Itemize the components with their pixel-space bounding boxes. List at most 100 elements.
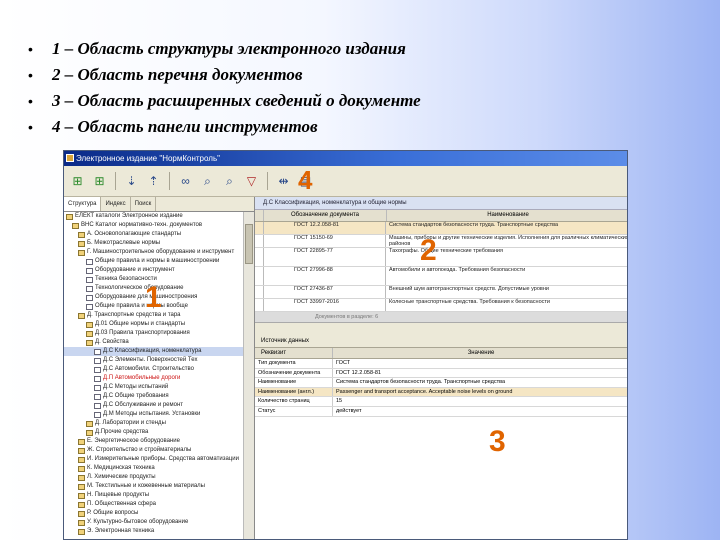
main-toolbar: ⊞ ⊞ ⇣ ⇡ ∞ ⌕ ⌕ ▽ ⇹ ▤ bbox=[64, 166, 627, 197]
filter-icon[interactable]: ▽ bbox=[242, 172, 261, 191]
tree-item[interactable]: Н. Пищевые продукты bbox=[64, 491, 244, 500]
tree-item[interactable]: ВНС Каталог нормативно-техн. документов bbox=[64, 221, 244, 230]
tree-item[interactable]: Е. Энергетическое оборудование bbox=[64, 437, 244, 446]
tree-item[interactable]: Э. Электронная техника bbox=[64, 527, 244, 536]
tree-item[interactable]: Д.С Общие требования bbox=[64, 392, 244, 401]
detail-row[interactable]: Наименование (англ.) Passenger and transp… bbox=[255, 387, 627, 398]
tree-item-label: Н. Пищевые продукты bbox=[87, 492, 150, 498]
tree-item-label: Ж. Строительство и стройматериалы bbox=[87, 447, 192, 453]
detail-value: Система стандартов безопасности труда. Т… bbox=[336, 379, 506, 386]
bullet-dot: • bbox=[28, 93, 33, 109]
detail-column-key: Реквизит bbox=[255, 348, 333, 358]
bullet-text: 3 – Область расширенных сведений о докум… bbox=[52, 91, 421, 110]
scrollbar-thumb[interactable] bbox=[245, 224, 253, 264]
tree-item[interactable]: П. Общественная сфера bbox=[64, 500, 244, 509]
tree-item-label: Б. Межотраслевые нормы bbox=[87, 240, 161, 246]
folder-icon bbox=[78, 510, 85, 517]
column-name[interactable]: Наименование bbox=[387, 210, 627, 221]
cell-name: Колесные транспортные средства. Требован… bbox=[389, 299, 550, 305]
tree-item[interactable]: Д.С Классификация, номенклатура bbox=[64, 347, 244, 356]
tree-item[interactable]: Д.М Методы испытания. Установки bbox=[64, 410, 244, 419]
table-row[interactable]: ГОСТ 27996-88 Автомобили и автопоезда. Тр… bbox=[255, 267, 627, 286]
column-code[interactable]: Обозначение документа bbox=[264, 210, 387, 221]
table-row[interactable]: ГОСТ 12.2.058-81 Система стандартов безоп… bbox=[255, 222, 627, 235]
tree-item-label: М. Текстильные и кожевенные материалы bbox=[87, 483, 205, 489]
tree-item-label: Общие правила и нормы вообще bbox=[95, 303, 188, 309]
row-marker bbox=[255, 222, 264, 234]
detail-row[interactable]: Обозначение документа ГОСТ 12.2.058-81 bbox=[255, 368, 627, 379]
pane-splitter[interactable] bbox=[255, 323, 627, 335]
tree-item[interactable]: Д.01 Общие нормы и стандарты bbox=[64, 320, 244, 329]
marker-3: 3 bbox=[489, 425, 506, 458]
tree-item[interactable]: Г. Машиностроительное оборудование и инс… bbox=[64, 248, 244, 257]
toolbar-separator bbox=[169, 172, 170, 190]
table-row[interactable]: ГОСТ 22895-77 Тахографы. Общие технически… bbox=[255, 248, 627, 267]
table-row[interactable]: ГОСТ 27436-87 Внешний шум автотранспортны… bbox=[255, 286, 627, 299]
tree-item-label: Е. Энергетическое оборудование bbox=[87, 438, 180, 444]
tree-item[interactable]: Д.Прочие средства bbox=[64, 428, 244, 437]
table-row[interactable]: ГОСТ 33997-2016 Колесные транспортные сре… bbox=[255, 299, 627, 312]
tree-item[interactable]: Д. Свойства bbox=[64, 338, 244, 347]
detail-value: 15 bbox=[336, 398, 343, 405]
tree-item-label: Д.С Классификация, номенклатура bbox=[103, 348, 202, 354]
document-icon bbox=[94, 357, 101, 364]
tree-item[interactable]: Р. Общие вопросы bbox=[64, 509, 244, 518]
tree-item[interactable]: И. Измерительные приборы. Средства автом… bbox=[64, 455, 244, 464]
document-icon bbox=[94, 393, 101, 400]
tree-item[interactable]: Д.П Автомобильные дороги bbox=[64, 374, 244, 383]
folder-icon bbox=[78, 483, 85, 490]
tab-0[interactable]: Структура bbox=[64, 197, 102, 211]
tree-item[interactable]: Оборудование и инструмент bbox=[64, 266, 244, 275]
document-icon bbox=[94, 402, 101, 409]
tree-item[interactable]: Д.С Элементы. Поверхностей Тех bbox=[64, 356, 244, 365]
tree-item[interactable]: Ж. Строительство и стройматериалы bbox=[64, 446, 244, 455]
folder-icon bbox=[86, 321, 93, 328]
detail-row[interactable]: Наименование Система стандартов безопасно… bbox=[255, 378, 627, 388]
table-row[interactable]: ГОСТ 15150-69 Машины, приборы и другие те… bbox=[255, 235, 627, 248]
tree-item[interactable]: Общие правила и нормы в машиностроении bbox=[64, 257, 244, 266]
tree-item[interactable]: Л. Химические продукты bbox=[64, 473, 244, 482]
list-marker-column bbox=[255, 210, 264, 221]
add-green-icon[interactable]: ⊞ bbox=[68, 172, 87, 191]
sort-up-icon[interactable]: ⇡ bbox=[144, 172, 163, 191]
detail-row[interactable]: Статус действует bbox=[255, 406, 627, 417]
detail-row[interactable]: Тип документа ГОСТ bbox=[255, 359, 627, 369]
tab-2[interactable]: Поиск bbox=[131, 197, 157, 211]
folder-icon bbox=[78, 312, 85, 319]
tree-item[interactable]: У. Культурно-бытовое оборудование bbox=[64, 518, 244, 527]
detail-row[interactable]: Количество страниц 15 bbox=[255, 397, 627, 407]
bullet-dot: • bbox=[28, 67, 33, 83]
tree-item[interactable]: М. Текстильные и кожевенные материалы bbox=[64, 482, 244, 491]
detail-toolbar: Источник данных bbox=[255, 335, 627, 348]
tab-1[interactable]: Индекс bbox=[101, 197, 131, 211]
row-marker bbox=[255, 299, 264, 311]
folder-icon bbox=[78, 501, 85, 508]
document-icon bbox=[86, 285, 93, 292]
tree-item[interactable]: Б. Межотраслевые нормы bbox=[64, 239, 244, 248]
tree-scrollbar[interactable] bbox=[243, 212, 254, 539]
document-icon bbox=[86, 276, 93, 283]
search-icon[interactable]: ⌕ bbox=[198, 172, 217, 191]
sort-down-icon[interactable]: ⇣ bbox=[122, 172, 141, 191]
tree-item-label: Д. Транспортные средства и тара bbox=[87, 312, 181, 318]
link-icon[interactable]: ∞ bbox=[176, 172, 195, 191]
tree-item-label: Д.Прочие средства bbox=[95, 429, 149, 435]
tree-item[interactable]: Д.С Методы испытаний bbox=[64, 383, 244, 392]
tree-item[interactable]: А. Основополагающие стандарты bbox=[64, 230, 244, 239]
tree-item[interactable]: Д. Лаборатории и стенды bbox=[64, 419, 244, 428]
tree-item[interactable]: Д.03 Правила транспортирования bbox=[64, 329, 244, 338]
bullet-item: • 1 – Область структуры электронного изда… bbox=[28, 36, 678, 62]
find-next-icon[interactable]: ⌕ bbox=[220, 172, 239, 191]
tree-item-label: Д.01 Общие нормы и стандарты bbox=[95, 321, 186, 327]
add-green-icon[interactable]: ⊞ bbox=[90, 172, 109, 191]
tree-item[interactable]: К. Медицинская техника bbox=[64, 464, 244, 473]
tree-item[interactable]: Д.С Автомобили. Строительство bbox=[64, 365, 244, 374]
folder-icon bbox=[78, 474, 85, 481]
tree-item-label: ВНС Каталог нормативно-техн. документов bbox=[81, 222, 203, 228]
folder-icon bbox=[78, 231, 85, 238]
tree-item[interactable]: ЕЛЕКТ каталоги Электронное издание bbox=[64, 212, 244, 221]
expand-icon[interactable]: ⇹ bbox=[274, 172, 293, 191]
detail-key: Обозначение документа bbox=[255, 368, 333, 378]
tree-item-label: Э. Электронная техника bbox=[87, 528, 155, 534]
tree-item[interactable]: Д.С Обслуживание и ремонт bbox=[64, 401, 244, 410]
